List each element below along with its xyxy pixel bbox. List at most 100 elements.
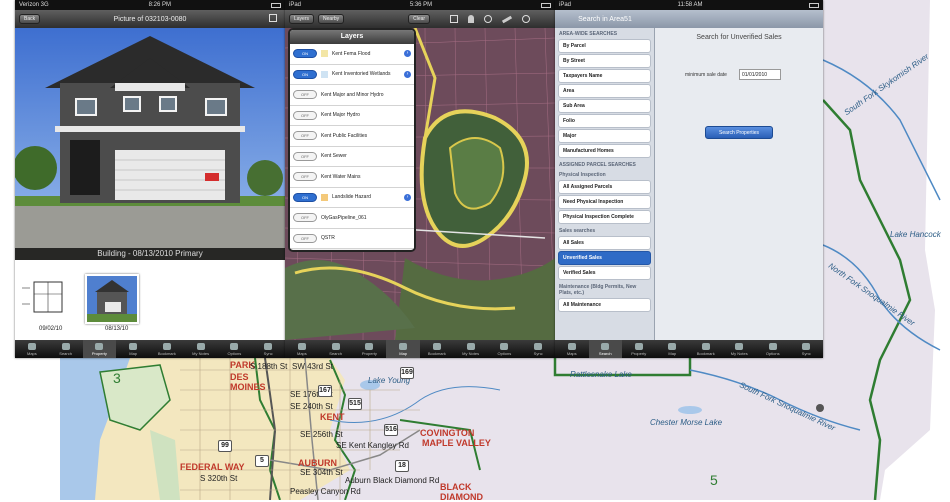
road-label: SE Kent Kangley Rd [336, 441, 409, 450]
layer-row[interactable]: OFF Kent Sewer [290, 146, 414, 167]
nearby-button[interactable]: Nearby [318, 14, 345, 24]
tab-maps[interactable]: Maps [15, 340, 49, 358]
tab-maps[interactable]: Maps [555, 340, 589, 358]
layer-row[interactable]: OFF QSTR [290, 228, 414, 249]
tab-sync[interactable]: Sync [251, 340, 285, 358]
district-5-label: 5 [710, 472, 718, 488]
grid-icon[interactable] [450, 15, 459, 23]
tab-options[interactable]: Options [756, 340, 790, 358]
layer-toggle[interactable]: OFF [293, 110, 317, 120]
layer-toggle[interactable]: ON [293, 192, 317, 202]
layers-button[interactable]: Layers [289, 14, 315, 24]
compass-icon[interactable] [484, 15, 493, 23]
search-option[interactable]: Verified Sales [558, 266, 651, 280]
thumbnail-photo[interactable] [85, 274, 139, 324]
thumbnail-plan[interactable] [20, 274, 78, 324]
tab-my-notes[interactable]: My Notes [184, 340, 218, 358]
search-option[interactable]: By Street [558, 54, 651, 68]
layer-toggle[interactable]: OFF [293, 90, 317, 100]
search-option[interactable]: Sub Area [558, 99, 651, 113]
tab-map[interactable]: Map [116, 340, 150, 358]
clear-button[interactable]: Clear [408, 14, 431, 24]
tab-sync[interactable]: Sync [521, 340, 555, 358]
edit-icon[interactable] [269, 14, 277, 22]
gear-icon [500, 342, 509, 350]
search-option[interactable]: Major [558, 129, 651, 143]
search-properties-button[interactable]: Search Properties [705, 126, 773, 139]
tab-map[interactable]: Map [656, 340, 690, 358]
minimum-sale-date-input[interactable]: 01/01/2010 [739, 69, 781, 80]
tab-bookmark[interactable]: Bookmark [420, 340, 454, 358]
tab-sync[interactable]: Sync [790, 340, 824, 358]
city-auburn-label: AUBURN [298, 458, 337, 468]
tab-maps[interactable]: Maps [285, 340, 319, 358]
road-label: SE 240th St [290, 402, 333, 411]
tab-map[interactable]: Map [386, 340, 420, 358]
info-icon[interactable]: › [404, 70, 411, 78]
tab-label: Property [91, 350, 107, 356]
layer-toggle[interactable]: OFF [293, 151, 317, 161]
tab-search[interactable]: Search [319, 340, 353, 358]
search-option[interactable]: All Assigned Parcels [558, 180, 651, 194]
tab-property[interactable]: Property [82, 340, 117, 358]
tab-label: Property [361, 350, 377, 356]
layer-row[interactable]: OFF Kent Water Mains [290, 167, 414, 188]
tab-search[interactable]: Search [588, 340, 622, 358]
notes-icon [735, 342, 744, 350]
search-option[interactable]: All Sales [558, 236, 651, 250]
layer-row[interactable]: OFF Kent Major Hydro [290, 105, 414, 126]
layer-row[interactable]: ON Kent Inventoried Wetlands › [290, 64, 414, 85]
search-option[interactable]: Need Physical Inspection [558, 195, 651, 209]
section-header: ASSIGNED PARCEL SEARCHES [559, 162, 636, 168]
layer-row[interactable]: OFF Kent Public Facilities [290, 126, 414, 147]
property-icon [634, 342, 643, 350]
layer-row[interactable]: OFF OlyGasPipeline_061 [290, 208, 414, 229]
layer-toggle[interactable]: OFF [293, 213, 317, 223]
refresh-icon[interactable] [522, 15, 531, 23]
info-icon[interactable]: › [404, 50, 411, 58]
tab-my-notes[interactable]: My Notes [454, 340, 488, 358]
pin-icon[interactable] [468, 15, 475, 23]
layer-name: Kent Fema Flood [332, 50, 371, 57]
layer-toggle[interactable]: OFF [293, 172, 317, 182]
layer-toggle[interactable]: OFF [293, 131, 317, 141]
search-option[interactable]: Manufactured Homes [558, 144, 651, 158]
search-heading: Search for Unverified Sales [696, 34, 782, 41]
property-icon [95, 342, 104, 350]
house-photo[interactable] [15, 28, 285, 260]
map-layers-screen: iPad 5:36 PM Layers Nearby Clear Layers … [285, 0, 555, 358]
battery-icon [270, 2, 281, 8]
tab-label: Map [399, 350, 408, 356]
tab-options[interactable]: Options [488, 340, 522, 358]
ruler-icon[interactable] [502, 15, 513, 23]
tab-my-notes[interactable]: My Notes [723, 340, 757, 358]
battery-icon [541, 2, 551, 8]
tab-search[interactable]: Search [49, 340, 83, 358]
layer-row[interactable]: OFF Kent Major and Minor Hydro [290, 85, 414, 106]
info-icon[interactable]: › [404, 193, 411, 201]
section-header: Sales searches [559, 228, 596, 234]
tab-bar: Maps Search Property Map Bookmark My Not… [555, 340, 823, 358]
search-option[interactable]: Taxpayers Name [558, 69, 651, 83]
thumbnail-date: 08/13/10 [105, 326, 129, 332]
tab-property[interactable]: Property [353, 340, 387, 358]
layer-toggle[interactable]: ON [293, 69, 317, 79]
layer-row[interactable]: ON Kent Fema Flood › [290, 44, 414, 65]
back-button[interactable]: Back [19, 14, 41, 24]
layer-toggle[interactable]: ON [293, 49, 317, 59]
search-option[interactable]: All Maintenance [558, 298, 651, 312]
search-option[interactable]: Unverified Sales [558, 251, 651, 265]
highway-shield-icon: 169 [400, 367, 414, 379]
layer-row[interactable]: ON Landslide Hazard › [290, 187, 414, 208]
device-text: iPad [559, 2, 572, 8]
search-option[interactable]: Physical Inspection Complete [558, 210, 651, 224]
search-option[interactable]: By Parcel [558, 39, 651, 53]
tab-bookmark[interactable]: Bookmark [150, 340, 184, 358]
tab-property[interactable]: Property [622, 340, 656, 358]
tab-bookmark[interactable]: Bookmark [689, 340, 723, 358]
tab-options[interactable]: Options [218, 340, 252, 358]
search-option[interactable]: Area [558, 84, 651, 98]
tab-label: Search [598, 350, 612, 356]
search-option[interactable]: Folio [558, 114, 651, 128]
layer-toggle[interactable]: OFF [293, 233, 317, 243]
